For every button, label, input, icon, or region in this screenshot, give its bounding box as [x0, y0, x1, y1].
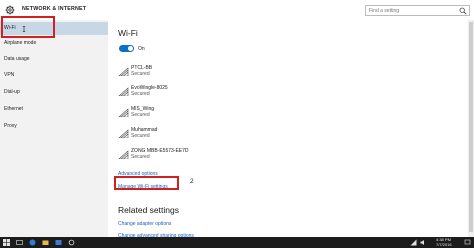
wifi-signal-icon [118, 150, 129, 159]
step-number-label: 2 [190, 178, 194, 185]
task-view-icon[interactable] [16, 239, 23, 246]
title-bar: NETWORK & INTERNET [0, 0, 474, 20]
wifi-signal-icon [118, 108, 129, 117]
sidebar-item-ethernet[interactable]: Ethernet [0, 103, 108, 116]
scrollbar[interactable] [468, 20, 474, 237]
change-adapter-options-link[interactable]: Change adapter options [118, 221, 171, 227]
sidebar-item-label: Dial-up [4, 89, 20, 95]
network-item[interactable]: ZONG MBB-E5573-EE7D Secured [118, 148, 318, 166]
main-content: Wi-Fi On PTCL-BB Secured EvoWingle-8025 … [108, 20, 474, 239]
wifi-signal-icon [118, 67, 129, 76]
network-status: Secured [131, 71, 150, 77]
network-item[interactable]: Muhammad Secured [118, 127, 318, 145]
network-item[interactable]: MIS_Wing Secured [118, 106, 318, 124]
windows-start-icon[interactable] [3, 239, 10, 246]
sidebar-item-label: Proxy [4, 123, 17, 129]
search-input[interactable] [369, 6, 457, 15]
browser-icon[interactable] [29, 239, 36, 246]
highlight-box-manage-wifi [114, 176, 179, 190]
settings-app-icon[interactable] [68, 239, 75, 246]
notification-icon[interactable] [464, 239, 471, 246]
taskbar: 4:38 PM 7/7/2016 [0, 237, 474, 248]
volume-icon[interactable] [420, 239, 427, 246]
toggle-knob [128, 46, 133, 51]
sidebar-item-airplane-mode[interactable]: Airplane mode [0, 37, 108, 50]
network-tray-icon[interactable] [410, 239, 417, 246]
app-title: NETWORK & INTERNET [22, 6, 87, 12]
highlight-box-wifi [1, 16, 55, 38]
store-icon[interactable] [55, 239, 62, 246]
clock-date: 7/7/2016 [436, 242, 452, 247]
network-item[interactable]: PTCL-BB Secured [118, 65, 318, 83]
related-settings-heading: Related settings [118, 205, 179, 215]
wifi-signal-icon [118, 129, 129, 138]
sidebar-item-label: VPN [4, 72, 15, 78]
sidebar-item-label: Airplane mode [4, 40, 37, 46]
toggle-label: On [138, 46, 145, 52]
search-icon[interactable] [459, 7, 467, 15]
sidebar-item-data-usage[interactable]: Data usage [0, 53, 108, 66]
scrollbar-thumb[interactable] [469, 22, 473, 232]
sidebar-item-vpn[interactable]: VPN [0, 69, 108, 82]
network-item[interactable]: EvoWingle-8025 Secured [118, 85, 318, 103]
sidebar-item-proxy[interactable]: Proxy [0, 120, 108, 133]
gear-icon [5, 5, 15, 15]
page-title: Wi-Fi [118, 28, 138, 38]
sidebar-item-label: Ethernet [4, 106, 23, 112]
network-status: Secured [131, 112, 150, 118]
network-status: Secured [131, 91, 150, 97]
folder-icon[interactable] [42, 239, 49, 246]
network-status: Secured [131, 133, 150, 139]
sidebar-item-dial-up[interactable]: Dial-up [0, 86, 108, 99]
sidebar-item-label: Data usage [4, 56, 30, 62]
sidebar: Wi-Fi Airplane mode Data usage VPN Dial-… [0, 20, 108, 237]
wifi-toggle[interactable] [119, 45, 134, 52]
network-status: Secured [131, 154, 150, 160]
search-box[interactable] [365, 5, 470, 16]
wifi-signal-icon [118, 87, 129, 96]
